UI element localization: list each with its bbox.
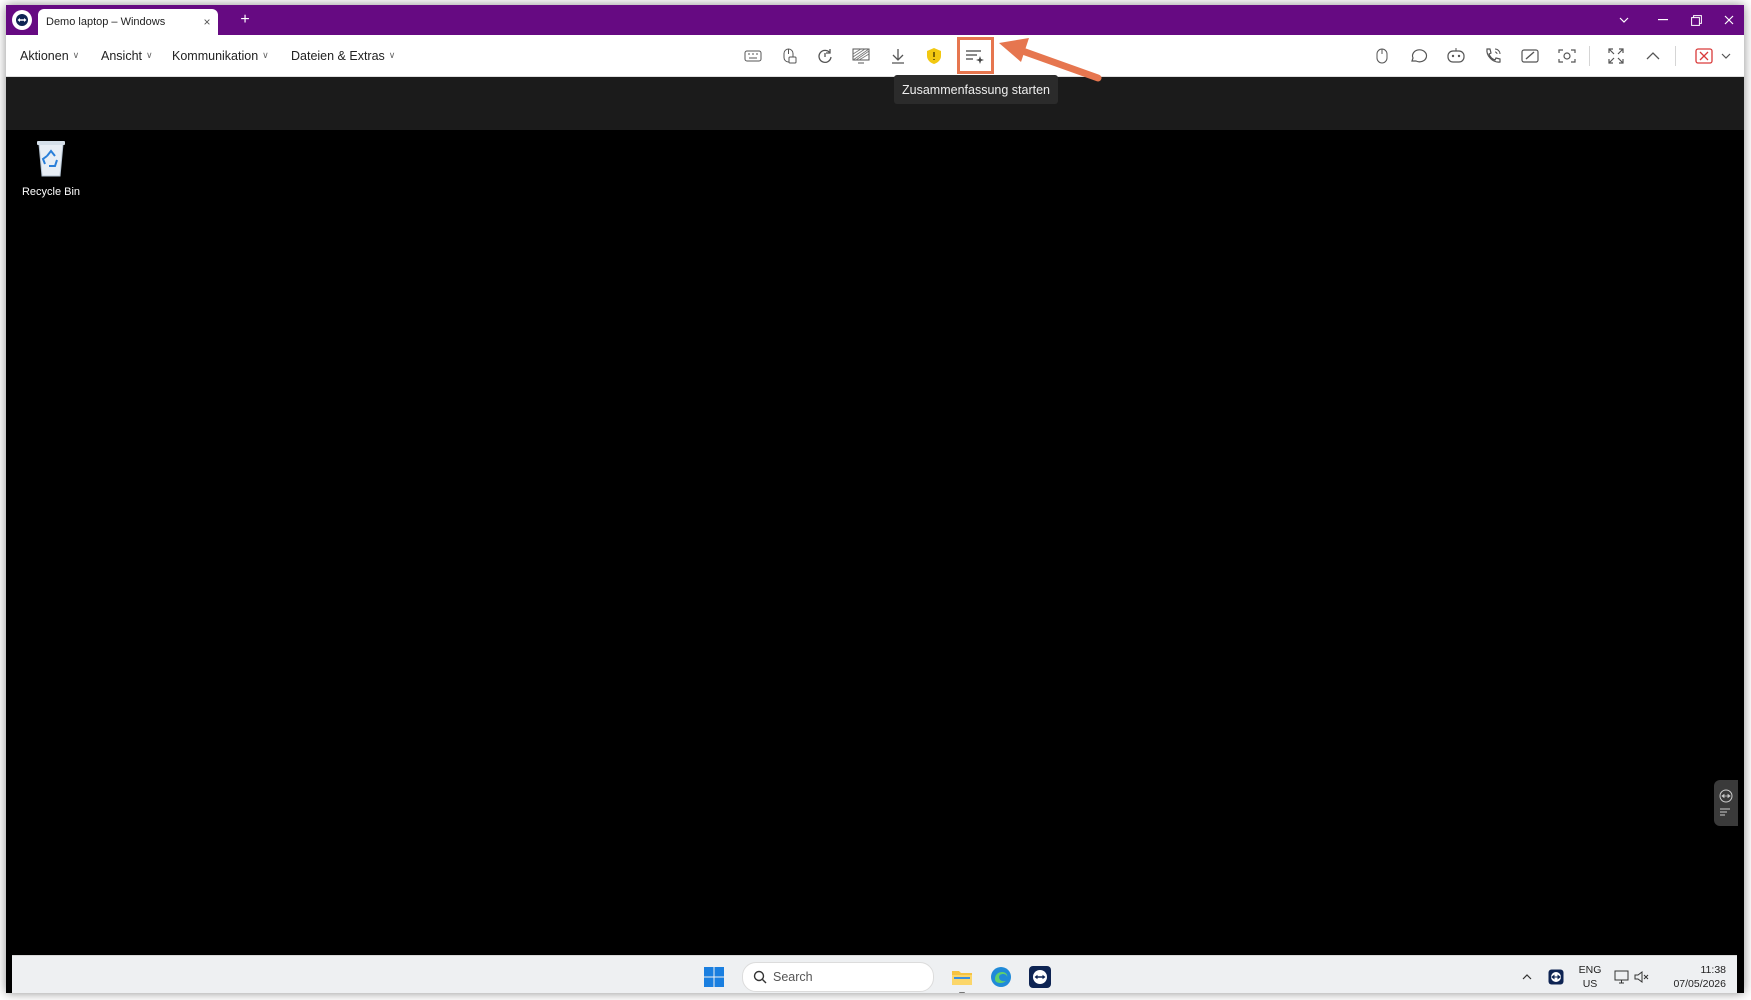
- language-indicator[interactable]: ENG US: [1573, 963, 1607, 991]
- end-session-icon[interactable]: [1690, 42, 1718, 70]
- tab-title: Demo laptop – Windows: [46, 16, 166, 28]
- toolbar-separator: [1675, 46, 1676, 66]
- minimize-button[interactable]: [1648, 9, 1678, 31]
- menu-ansicht[interactable]: Ansicht ∨: [101, 35, 153, 76]
- security-shield-icon[interactable]: [920, 42, 948, 70]
- ai-assistant-icon[interactable]: [1442, 42, 1470, 70]
- windows-start-icon[interactable]: [700, 963, 728, 991]
- remote-desktop-view[interactable]: Recycle Bin Search ENG US 11:38 07/05/20…: [6, 77, 1744, 993]
- recycle-bin-icon: [37, 141, 65, 177]
- edge-browser-icon[interactable]: [987, 963, 1015, 991]
- hide-wallpaper-icon[interactable]: [847, 42, 875, 70]
- teamviewer-tray-icon[interactable]: [1542, 963, 1570, 991]
- end-session-options-chevron-icon[interactable]: [1718, 42, 1734, 70]
- search-placeholder: Search: [773, 970, 813, 984]
- network-icon[interactable]: [1612, 963, 1632, 991]
- recycle-bin-desktop-icon[interactable]: Recycle Bin: [14, 138, 88, 198]
- title-bar: Demo laptop – Windows × +: [6, 5, 1744, 35]
- clock-time: 11:38: [1700, 964, 1727, 976]
- session-tab[interactable]: Demo laptop – Windows ×: [38, 9, 218, 35]
- whiteboard-icon[interactable]: [1516, 42, 1544, 70]
- remote-top-band: [6, 77, 1744, 130]
- toolbar-separator: [1589, 46, 1590, 66]
- clock-date: 07/05/2026: [1673, 978, 1726, 990]
- file-explorer-icon[interactable]: [948, 963, 976, 993]
- call-icon[interactable]: [1479, 42, 1507, 70]
- keyboard-region: US: [1582, 978, 1598, 990]
- close-window-button[interactable]: [1714, 9, 1744, 31]
- menu-label: Aktionen: [20, 48, 69, 63]
- collapse-toolbar-icon[interactable]: [1639, 42, 1667, 70]
- clock[interactable]: 11:38 07/05/2026: [1664, 963, 1726, 991]
- teamviewer-taskbar-icon[interactable]: [1026, 963, 1054, 991]
- desktop-icon-label: Recycle Bin: [21, 186, 81, 198]
- fullscreen-icon[interactable]: [1602, 42, 1630, 70]
- menu-label: Ansicht: [101, 48, 142, 63]
- language-code: ENG: [1578, 964, 1602, 976]
- menu-aktionen[interactable]: Aktionen ∨: [20, 35, 79, 76]
- remote-keyboard-icon[interactable]: [739, 42, 767, 70]
- summary-icon[interactable]: [961, 42, 989, 70]
- tab-close-icon[interactable]: ×: [196, 15, 218, 29]
- chevron-down-icon: ∨: [262, 50, 269, 60]
- mouse-lock-icon[interactable]: [775, 42, 803, 70]
- annotation-arrow-icon: [999, 38, 1102, 82]
- quick-connect-side-handle[interactable]: [1714, 780, 1738, 826]
- chevron-down-icon: ∨: [146, 50, 153, 60]
- teamviewer-logo-icon: [12, 10, 32, 30]
- active-indicator: [959, 992, 965, 993]
- screenshot-icon[interactable]: [1553, 42, 1581, 70]
- tray-overflow-chevron-icon[interactable]: [1518, 963, 1536, 991]
- teamviewer-mini-icon: [1719, 789, 1733, 803]
- new-tab-button[interactable]: +: [234, 9, 256, 31]
- tab-list-chevron-icon[interactable]: [1609, 9, 1639, 31]
- menu-label: Dateien & Extras: [291, 48, 385, 63]
- chat-icon[interactable]: [1405, 42, 1433, 70]
- chevron-down-icon: ∨: [72, 50, 80, 60]
- chevron-down-icon: ∨: [388, 50, 396, 60]
- volume-muted-icon[interactable]: [1632, 963, 1652, 991]
- reboot-icon[interactable]: [811, 42, 839, 70]
- user-icon[interactable]: [1368, 42, 1396, 70]
- menu-kommunikation[interactable]: Kommunikation ∨: [172, 35, 269, 76]
- windows-taskbar: Search ENG US 11:38 07/05/2026: [12, 955, 1737, 993]
- menu-label: Kommunikation: [172, 48, 259, 63]
- restore-button[interactable]: [1681, 9, 1711, 31]
- session-toolbar: Aktionen ∨ Ansicht ∨ Kommunikation ∨ Dateie…: [6, 35, 1744, 77]
- taskbar-search-box[interactable]: Search: [742, 962, 934, 992]
- search-icon: [753, 970, 767, 984]
- teamviewer-window: Demo laptop – Windows × + Aktionen ∨ Ansi…: [6, 5, 1744, 993]
- download-icon[interactable]: [884, 42, 912, 70]
- summary-mini-icon: [1720, 808, 1730, 816]
- menu-dateien-extras[interactable]: Dateien & Extras ∨: [291, 35, 395, 76]
